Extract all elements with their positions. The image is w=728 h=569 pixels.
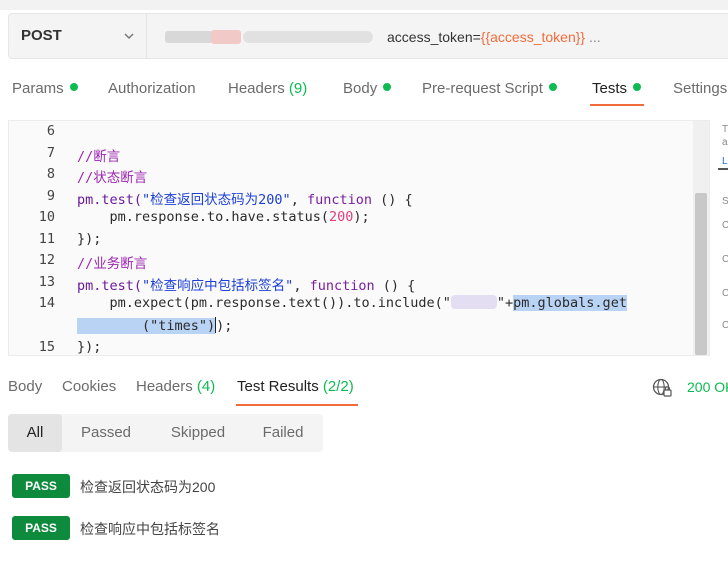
pass-badge: PASS bbox=[12, 474, 70, 498]
redacted-text bbox=[450, 295, 497, 309]
filter-skipped[interactable]: Skipped bbox=[158, 414, 238, 452]
snippet-link[interactable]: C bbox=[722, 320, 728, 331]
code-editor[interactable]: 6 7 //断言 8 //状态断言 9 pm.test("检查返回状态码为200… bbox=[8, 120, 710, 356]
tab-headers[interactable]: Headers (9) bbox=[228, 80, 307, 97]
tab-response-headers[interactable]: Headers (4) bbox=[136, 378, 215, 395]
line-number: 9 bbox=[46, 188, 55, 204]
line-number: 14 bbox=[38, 295, 55, 311]
url-text: access_token={{access_token}} ... bbox=[387, 29, 601, 45]
active-tab-indicator bbox=[590, 104, 644, 106]
tab-test-results[interactable]: Test Results (2/2) bbox=[237, 378, 354, 395]
status-dot-icon bbox=[69, 83, 78, 91]
test-filter-group: All Passed Skipped Failed bbox=[8, 414, 323, 452]
tab-response-cookies[interactable]: Cookies bbox=[62, 378, 116, 395]
line-number: 7 bbox=[46, 145, 55, 161]
snippet-link[interactable]: C bbox=[722, 220, 728, 231]
request-tabs: Params Authorization Headers (9) Body Pr… bbox=[0, 76, 728, 106]
response-status[interactable]: 200 OK bbox=[687, 379, 728, 395]
code-line: pm.test("检查响应中包括标签名", function () { bbox=[77, 278, 416, 294]
url-input[interactable]: access_token={{access_token}} ... bbox=[146, 13, 728, 59]
line-number: 11 bbox=[38, 231, 55, 247]
globe-lock-icon[interactable] bbox=[652, 378, 672, 398]
line-number: 8 bbox=[46, 166, 55, 182]
selected-text: pm.globals.get bbox=[513, 295, 627, 311]
line-number: 6 bbox=[46, 123, 55, 139]
line-number: 15 bbox=[38, 339, 55, 355]
panel-link[interactable]: L bbox=[722, 156, 728, 167]
line-number: 10 bbox=[38, 209, 55, 225]
url-variable: {{access_token}} bbox=[480, 29, 586, 45]
tab-body[interactable]: Body bbox=[343, 80, 392, 97]
tab-response-body[interactable]: Body bbox=[8, 378, 42, 395]
status-dot-icon bbox=[633, 83, 642, 91]
line-number: 13 bbox=[38, 274, 55, 290]
snippet-link[interactable]: C bbox=[722, 288, 728, 299]
test-name: 检查返回状态码为200 bbox=[80, 479, 216, 495]
top-strip bbox=[0, 0, 728, 10]
status-dot-icon bbox=[548, 83, 557, 91]
filter-passed[interactable]: Passed bbox=[70, 414, 142, 452]
code-line: pm.response.to.have.status(200); bbox=[109, 209, 370, 225]
editor-scrollbar[interactable] bbox=[693, 121, 709, 355]
tab-params[interactable]: Params bbox=[12, 80, 78, 97]
redacted-url-part bbox=[165, 31, 213, 43]
code-line: pm.expect(pm.response.text()).to.include… bbox=[109, 295, 627, 311]
pass-badge: PASS bbox=[12, 516, 70, 540]
response-tabs: Body Cookies Headers (4) Test Results (2… bbox=[0, 372, 728, 406]
panel-text: T bbox=[722, 124, 728, 135]
status-dot-icon bbox=[383, 83, 392, 91]
line-number: 12 bbox=[38, 252, 55, 268]
tab-settings[interactable]: Settings bbox=[673, 80, 727, 97]
filter-failed[interactable]: Failed bbox=[248, 414, 318, 452]
redacted-url-part bbox=[211, 30, 241, 44]
method-label: POST bbox=[21, 27, 62, 44]
tab-tests[interactable]: Tests bbox=[592, 80, 642, 97]
test-name: 检查响应中包括标签名 bbox=[80, 521, 220, 537]
chevron-down-icon bbox=[124, 33, 134, 40]
tab-authorization[interactable]: Authorization bbox=[108, 80, 196, 97]
panel-divider bbox=[718, 168, 728, 170]
panel-text: S bbox=[722, 196, 728, 207]
redacted-url-part bbox=[243, 31, 373, 43]
code-comment: //状态断言 bbox=[77, 170, 148, 186]
panel-text: a bbox=[722, 137, 728, 148]
method-select[interactable]: POST bbox=[8, 13, 146, 59]
code-line: }); bbox=[77, 339, 102, 355]
code-line: }); bbox=[77, 231, 102, 247]
tab-pre-request-script[interactable]: Pre-request Script bbox=[422, 80, 557, 97]
code-comment: //业务断言 bbox=[77, 256, 148, 272]
code-line: pm.test("检查返回状态码为200", function () { bbox=[77, 192, 413, 208]
snippet-link[interactable]: C bbox=[722, 254, 728, 265]
filter-all[interactable]: All bbox=[8, 414, 62, 452]
scrollbar-thumb[interactable] bbox=[695, 193, 707, 355]
active-tab-indicator bbox=[236, 404, 358, 406]
code-line-continuation: ("times")); bbox=[77, 317, 233, 334]
snippets-panel: T a L S C C C C bbox=[720, 120, 728, 360]
selected-text: ("times") bbox=[77, 318, 216, 334]
code-comment: //断言 bbox=[77, 149, 121, 165]
